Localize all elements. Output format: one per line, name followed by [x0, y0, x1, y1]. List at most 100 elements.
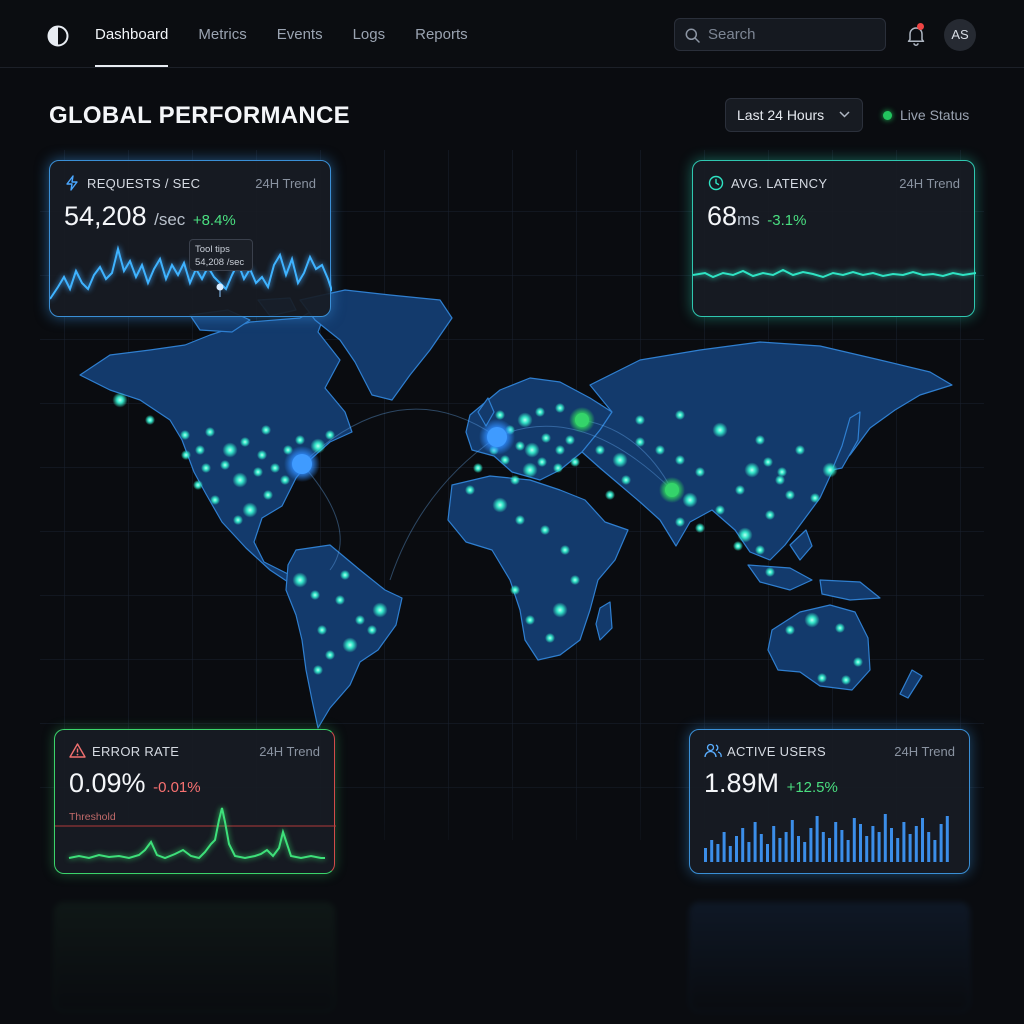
error-rate-sparkline[interactable] [55, 800, 336, 870]
active-users-bar [704, 848, 707, 862]
city-dot [634, 436, 646, 448]
requests-unit: /sec [154, 210, 186, 229]
active-users-bar [840, 830, 844, 862]
city-dot [552, 602, 568, 618]
logo-icon[interactable] [47, 25, 69, 47]
active-users-bar [821, 832, 825, 862]
lightning-icon [66, 175, 78, 191]
city-dot [794, 444, 806, 456]
city-dot [232, 472, 248, 488]
city-dot [620, 474, 632, 486]
city-dot [654, 444, 666, 456]
active-users-bar [834, 822, 838, 862]
city-dot [816, 672, 828, 684]
page-title: GLOBAL PERFORMANCE [49, 102, 350, 129]
top-bar: Dashboard Metrics Events Logs Reports AS [0, 0, 1024, 68]
city-dot [522, 462, 538, 478]
city-dot [559, 544, 571, 556]
city-dot [219, 459, 231, 471]
active-users-bar [914, 826, 918, 862]
city-dot [564, 434, 576, 446]
city-dot [342, 637, 358, 653]
city-dot [569, 456, 581, 468]
requests-marker [216, 283, 224, 291]
active-users-bar [735, 836, 738, 862]
city-dot [674, 454, 686, 466]
hub-eastern-europe-core [575, 413, 589, 427]
active-users-bar [710, 840, 714, 862]
city-dot [762, 456, 774, 468]
time-range-dropdown[interactable]: Last 24 Hours [725, 98, 863, 132]
city-dot [179, 429, 191, 441]
city-dot [492, 497, 508, 513]
city-dot [294, 434, 306, 446]
users-icon [704, 743, 722, 758]
active-users-bar [883, 814, 887, 862]
city-dot [509, 584, 521, 596]
active-users-bar [797, 836, 800, 862]
requests-card[interactable]: REQUESTS / SEC 24H Trend 54,208 /sec +8.… [49, 160, 332, 317]
error-rate-value-row: 0.09% -0.01% [69, 768, 201, 799]
latency-card[interactable]: AVG. LATENCY 24H Trend 68ms -3.1% [692, 160, 976, 317]
city-dot [822, 462, 838, 478]
city-dot [312, 664, 324, 676]
search-input[interactable] [708, 19, 878, 50]
city-dot [309, 589, 321, 601]
city-dot [334, 594, 346, 606]
user-avatar[interactable]: AS [944, 19, 976, 51]
city-dot [682, 492, 698, 508]
active-users-bar [772, 826, 776, 862]
hub-south-asia-core [665, 483, 679, 497]
city-dot [540, 432, 552, 444]
city-dot [269, 462, 281, 474]
city-dot [734, 484, 746, 496]
city-dot [514, 440, 526, 452]
city-dot [712, 422, 728, 438]
city-dot [534, 406, 546, 418]
live-status-indicator [883, 111, 892, 120]
notification-badge [917, 23, 924, 30]
main-nav: Dashboard Metrics Events Logs Reports [95, 0, 468, 68]
search-box[interactable] [674, 18, 886, 51]
city-dot [809, 492, 821, 504]
active-users-bar [921, 818, 924, 862]
city-dot [776, 466, 788, 478]
active-users-bar [902, 822, 906, 862]
active-users-bar [890, 828, 893, 862]
active-users-trend-label: 24H Trend [894, 744, 955, 759]
clock-icon [708, 175, 724, 191]
active-users-bar [766, 844, 769, 862]
city-dot [804, 612, 820, 628]
active-users-bar [741, 828, 745, 862]
active-users-bar [784, 832, 788, 862]
requests-tooltip: Tool tips 54,208 /sec [189, 239, 253, 271]
active-users-bar [927, 832, 931, 862]
city-dot [112, 392, 128, 408]
latency-unit: ms [737, 210, 760, 229]
nav-tab-dashboard[interactable]: Dashboard [95, 0, 169, 68]
latency-sparkline[interactable] [693, 261, 976, 291]
active-users-title: ACTIVE USERS [727, 744, 826, 759]
city-dot [764, 509, 776, 521]
chevron-down-icon [839, 111, 850, 118]
active-users-bar [815, 816, 819, 862]
active-users-bars[interactable] [690, 808, 971, 864]
nav-tab-metrics[interactable]: Metrics [198, 0, 246, 68]
active-users-bar [865, 836, 869, 862]
error-rate-card[interactable]: ERROR RATE 24H Trend 0.09% -0.01% Thresh… [54, 729, 336, 874]
tooltip-value: 54,208 /sec [195, 257, 245, 268]
active-users-card[interactable]: ACTIVE USERS 24H Trend 1.89M +12.5% [689, 729, 970, 874]
city-dot [552, 462, 564, 474]
city-dot [694, 522, 706, 534]
active-users-bar [790, 820, 794, 862]
hub-europe-core [487, 427, 507, 447]
nav-tab-events[interactable]: Events [277, 0, 323, 68]
city-dot [472, 462, 484, 474]
active-users-bar [728, 846, 732, 862]
city-dot [204, 426, 216, 438]
city-dot [554, 444, 566, 456]
city-dot [764, 566, 776, 578]
nav-tab-logs[interactable]: Logs [353, 0, 386, 68]
nav-tab-reports[interactable]: Reports [415, 0, 468, 68]
active-users-bar [846, 840, 850, 862]
